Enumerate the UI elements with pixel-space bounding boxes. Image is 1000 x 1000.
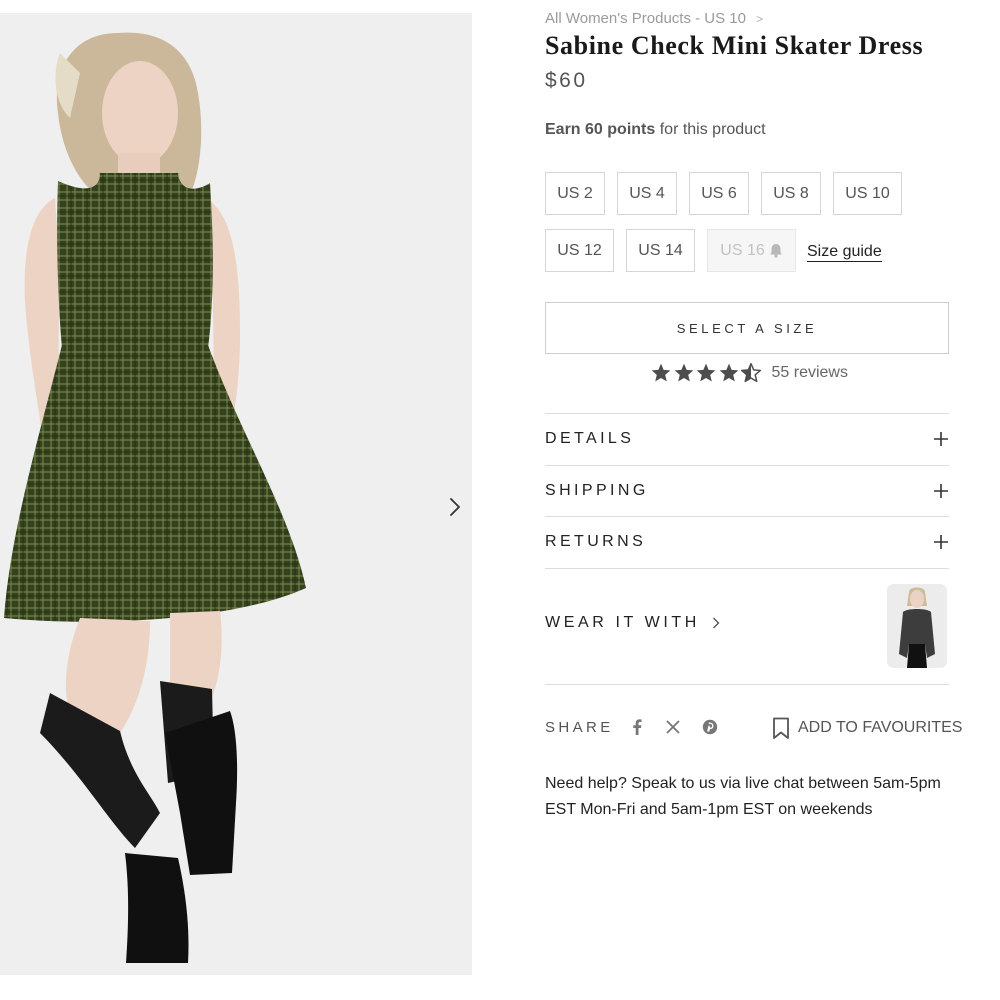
recommended-product-thumbnail[interactable] (887, 584, 947, 668)
plus-icon (933, 431, 949, 447)
points-prefix: Earn (545, 121, 581, 138)
bookmark-icon (773, 717, 789, 739)
accordion-label: DETAILS (545, 430, 635, 447)
size-option-us-10[interactable]: US 10 (833, 172, 902, 215)
size-option-label: US 16 (720, 241, 765, 259)
plus-icon (933, 483, 949, 499)
star-full-icon (673, 362, 695, 384)
points-suffix: for this product (659, 121, 766, 138)
add-to-favourites-button[interactable]: ADD TO FAVOURITES (772, 716, 962, 740)
size-option-us-12[interactable]: US 12 (545, 229, 614, 272)
recommended-product-image (887, 584, 947, 668)
accordion-shipping[interactable]: SHIPPING (545, 465, 949, 516)
size-option-us-16[interactable]: US 16 (707, 229, 796, 272)
product-title: Sabine Check Mini Skater Dress (545, 31, 924, 60)
x-icon[interactable] (666, 720, 680, 734)
wear-it-with-link[interactable]: WEAR IT WITH (545, 614, 720, 632)
size-option-us-14[interactable]: US 14 (626, 229, 695, 272)
breadcrumb-separator: > (756, 12, 764, 26)
loyalty-points-text: Earn 60 points for this product (545, 121, 766, 139)
accordion-returns[interactable]: RETURNS (545, 516, 949, 567)
share-label: SHARE (545, 718, 614, 736)
bell-icon (769, 243, 783, 258)
breadcrumb[interactable]: All Women's Products - US 10 > (545, 10, 763, 27)
share-bar: SHARE (545, 716, 718, 738)
plus-icon (933, 534, 949, 550)
chevron-right-icon (450, 498, 460, 516)
wear-it-with-section: WEAR IT WITH (545, 568, 949, 685)
product-rating[interactable]: 55 reviews (650, 362, 848, 384)
size-guide-link[interactable]: Size guide (807, 242, 882, 262)
product-image-gallery[interactable] (0, 13, 472, 975)
pinterest-icon[interactable] (702, 719, 718, 735)
star-half-icon (740, 362, 762, 384)
reviews-count-link[interactable]: 55 reviews (772, 364, 848, 382)
next-image-arrow[interactable] (444, 495, 466, 519)
select-size-button[interactable]: SELECT A SIZE (545, 302, 949, 354)
breadcrumb-link[interactable]: All Women's Products - US 10 (545, 10, 746, 27)
accordion-details[interactable]: DETAILS (545, 413, 949, 464)
star-full-icon (718, 362, 740, 384)
points-amount: 60 points (585, 121, 656, 138)
facebook-icon[interactable] (632, 719, 642, 735)
chevron-right-icon (712, 617, 720, 629)
help-text: Need help? Speak to us via live chat bet… (545, 775, 941, 818)
accordion-label: RETURNS (545, 533, 647, 550)
product-photo (4, 32, 306, 963)
size-option-us-6[interactable]: US 6 (689, 172, 749, 215)
size-option-us-2[interactable]: US 2 (545, 172, 605, 215)
size-option-us-8[interactable]: US 8 (761, 172, 821, 215)
star-full-icon (695, 362, 717, 384)
accordion-label: SHIPPING (545, 482, 649, 499)
star-full-icon (650, 362, 672, 384)
product-price: $60 (545, 69, 588, 92)
add-to-favourites-label: ADD TO FAVOURITES (798, 719, 963, 736)
size-option-us-4[interactable]: US 4 (617, 172, 677, 215)
wear-it-with-label: WEAR IT WITH (545, 614, 700, 631)
